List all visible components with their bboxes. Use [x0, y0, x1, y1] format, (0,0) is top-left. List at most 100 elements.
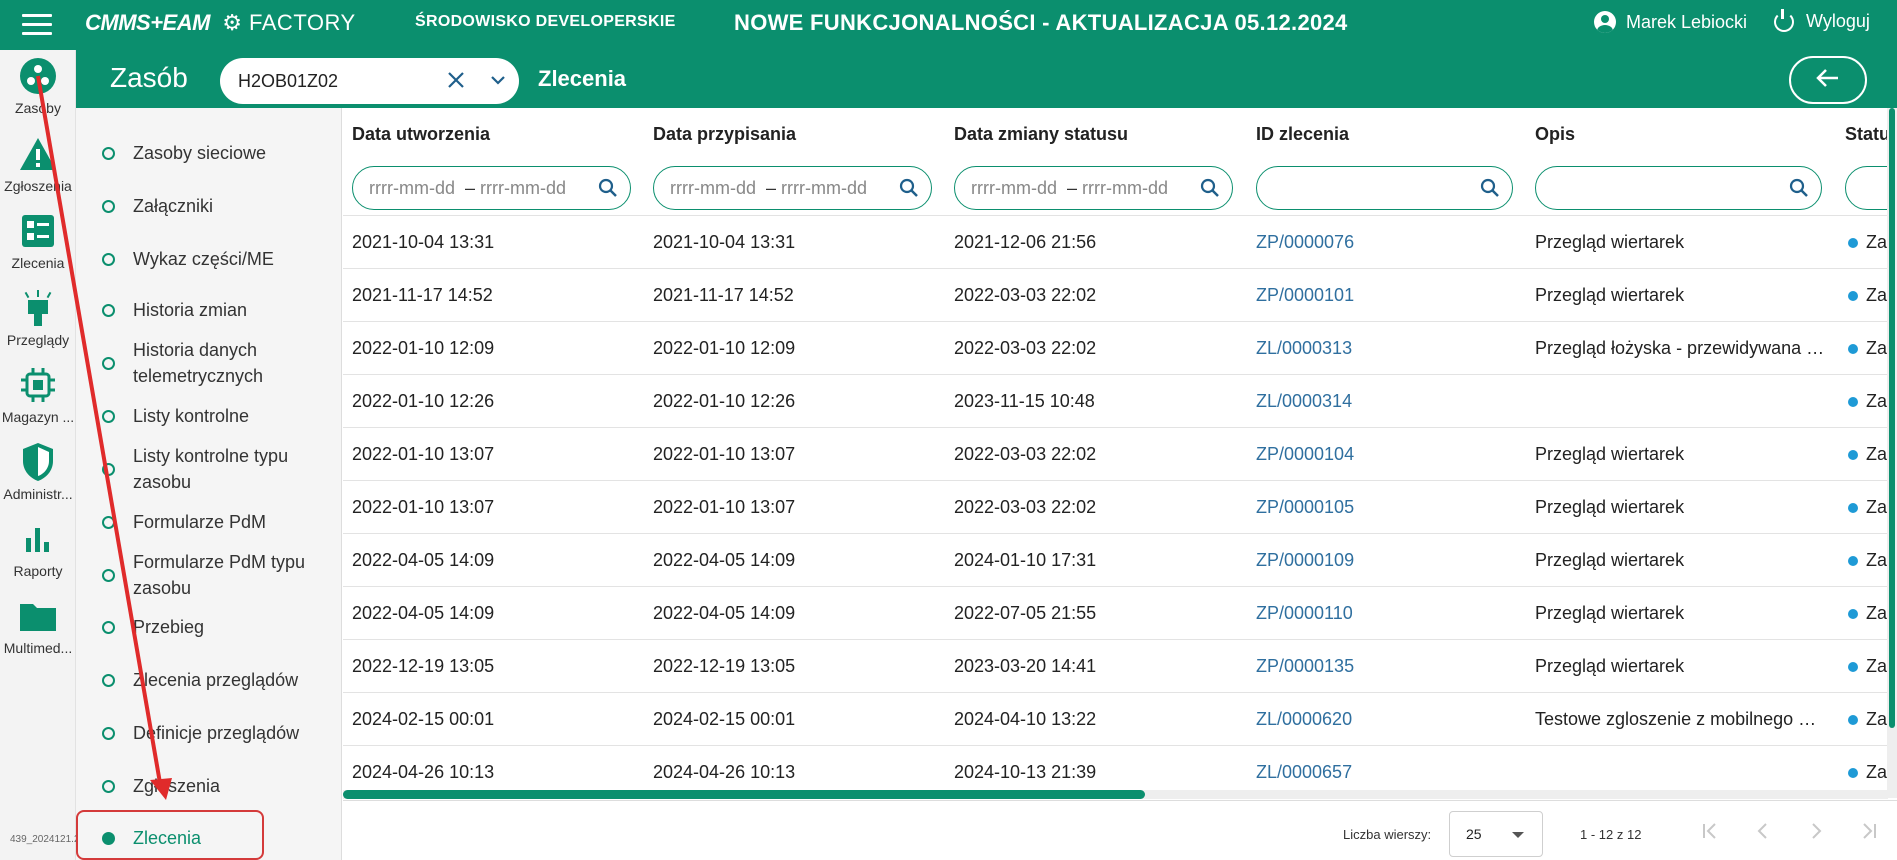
- dropdown-arrow-icon: [1512, 832, 1524, 838]
- horizontal-scrollbar[interactable]: [343, 790, 1888, 799]
- rows-per-page-select[interactable]: 25: [1449, 811, 1543, 857]
- order-id-filter[interactable]: [1256, 166, 1513, 210]
- rail-item-administracja[interactable]: Administr...: [0, 442, 76, 502]
- asset-select-value: H2OB01Z02: [238, 70, 339, 91]
- headline-banner[interactable]: NOWE FUNKCJONALNOŚCI - AKTUALIZACJA 05.1…: [734, 10, 1348, 36]
- chevron-down-icon[interactable]: [490, 72, 506, 88]
- table-row[interactable]: 2022-04-05 14:09 2022-04-05 14:09 2024-01-…: [343, 533, 1897, 586]
- column-header-created[interactable]: Data utworzenia: [352, 124, 490, 145]
- cell-order-id[interactable]: ZL/0000314: [1256, 391, 1352, 412]
- cell-description: Przegląd wiertarek: [1535, 656, 1685, 676]
- asset-select[interactable]: H2OB01Z02: [220, 58, 519, 104]
- cell-order-id[interactable]: ZP/0000076: [1256, 232, 1354, 253]
- table-row[interactable]: 2022-04-05 14:09 2022-04-05 14:09 2022-07-…: [343, 586, 1897, 639]
- warning-icon: [18, 134, 58, 174]
- previous-page-icon[interactable]: [1751, 819, 1775, 843]
- back-button[interactable]: [1789, 56, 1867, 104]
- main-nav-rail: Zasoby Zgłoszenia Zlecenia Przeglądy Mag…: [0, 50, 76, 860]
- bullet-icon: [102, 304, 115, 317]
- cell-order-id[interactable]: ZP/0000101: [1256, 285, 1354, 306]
- clear-icon[interactable]: [446, 70, 466, 90]
- first-page-icon[interactable]: [1698, 819, 1722, 843]
- cell-created: 2022-01-10 13:07: [352, 444, 495, 464]
- column-header-order-id[interactable]: ID zlecenia: [1256, 124, 1349, 145]
- status-dot-icon: [1848, 291, 1858, 301]
- table-row[interactable]: 2022-01-10 12:09 2022-01-10 12:09 2022-03-…: [343, 321, 1897, 374]
- cell-created: 2024-02-15 00:01: [352, 709, 495, 729]
- cell-status-changed: 2024-01-10 17:31: [954, 550, 1097, 570]
- search-icon[interactable]: [598, 178, 618, 198]
- cell-description: Testowe zgloszenie z mobilnego aplikacji: [1535, 709, 1825, 729]
- vertical-scrollbar[interactable]: [1887, 108, 1897, 798]
- column-header-status-changed[interactable]: Data zmiany statusu: [954, 124, 1128, 145]
- cell-status-changed: 2024-10-13 21:39: [954, 762, 1097, 782]
- created-date-filter[interactable]: rrrr-mm-dd – rrrr-mm-dd: [352, 166, 631, 210]
- rail-label: Przeglądy: [6, 332, 70, 348]
- cell-created: 2024-04-26 10:13: [352, 762, 495, 782]
- status-dot-icon: [1848, 715, 1858, 725]
- cell-order-id[interactable]: ZL/0000620: [1256, 709, 1352, 730]
- cell-order-id[interactable]: ZP/0000104: [1256, 444, 1354, 465]
- user-menu[interactable]: Marek Lebiocki: [1594, 11, 1747, 33]
- section-title: Zasób: [110, 62, 188, 93]
- search-icon[interactable]: [1480, 178, 1500, 198]
- cell-order-id[interactable]: ZP/0000135: [1256, 656, 1354, 677]
- cell-order-id[interactable]: ZP/0000110: [1256, 603, 1353, 624]
- table-row[interactable]: 2022-01-10 12:26 2022-01-10 12:26 2023-11-…: [343, 374, 1897, 427]
- cell-assigned: 2022-01-10 13:07: [653, 497, 796, 517]
- description-filter[interactable]: [1535, 166, 1822, 210]
- cell-created: 2022-01-10 12:09: [352, 338, 495, 358]
- cell-order-id[interactable]: ZL/0000313: [1256, 338, 1352, 359]
- rail-item-zasoby[interactable]: Zasoby: [0, 56, 76, 116]
- rail-label: Multimed...: [3, 640, 73, 656]
- page-title: Zlecenia: [538, 66, 627, 91]
- rail-item-zlecenia[interactable]: Zlecenia: [0, 211, 76, 271]
- logout-button[interactable]: Wyloguj: [1774, 8, 1870, 32]
- search-icon[interactable]: [1789, 178, 1809, 198]
- assigned-date-filter[interactable]: rrrr-mm-dd – rrrr-mm-dd: [653, 166, 932, 210]
- page-range: 1 - 12 z 12: [1580, 827, 1642, 842]
- status-dot-icon: [1848, 397, 1858, 407]
- table-row[interactable]: 2022-12-19 13:05 2022-12-19 13:05 2023-03-…: [343, 639, 1897, 692]
- search-icon[interactable]: [1200, 178, 1220, 198]
- logo-sub: ⚙ FACTORY: [215, 10, 356, 35]
- cell-order-id[interactable]: ZP/0000105: [1256, 497, 1354, 518]
- rail-label: Raporty: [13, 563, 63, 579]
- column-header-description[interactable]: Opis: [1535, 124, 1575, 145]
- status-date-filter[interactable]: rrrr-mm-dd – rrrr-mm-dd: [954, 166, 1233, 210]
- cell-description: Przegląd wiertarek: [1535, 550, 1685, 570]
- rail-item-magazyn[interactable]: Magazyn ...: [0, 365, 76, 425]
- cell-order-id[interactable]: ZP/0000109: [1256, 550, 1354, 571]
- bullet-icon: [102, 253, 115, 266]
- cell-status-changed: 2023-03-20 14:41: [954, 656, 1097, 676]
- folder-icon: [18, 596, 58, 636]
- cell-assigned: 2022-01-10 13:07: [653, 444, 796, 464]
- table-row[interactable]: 2022-01-10 13:07 2022-01-10 13:07 2022-03-…: [343, 427, 1897, 480]
- rail-item-przeglady[interactable]: Przeglądy: [0, 288, 76, 348]
- cell-description: Przegląd wiertarek: [1535, 497, 1685, 517]
- search-icon[interactable]: [899, 178, 919, 198]
- cell-description: Przegląd wiertarek: [1535, 444, 1685, 464]
- hamburger-menu-icon[interactable]: [22, 14, 52, 36]
- scrollbar-thumb[interactable]: [1889, 108, 1895, 728]
- inspection-icon: [18, 288, 58, 328]
- table-row[interactable]: 2021-10-04 13:31 2021-10-04 13:31 2021-12-…: [343, 215, 1897, 268]
- table-row[interactable]: 2021-11-17 14:52 2021-11-17 14:52 2022-03-…: [343, 268, 1897, 321]
- rail-item-multimedia[interactable]: Multimed...: [0, 596, 76, 656]
- rail-item-zgloszenia[interactable]: Zgłoszenia: [0, 134, 76, 194]
- cell-assigned: 2024-02-15 00:01: [653, 709, 796, 729]
- cell-created: 2022-01-10 12:26: [352, 391, 495, 411]
- scrollbar-thumb[interactable]: [343, 790, 1145, 799]
- last-page-icon[interactable]: [1857, 819, 1881, 843]
- cell-description: Przegląd wiertarek: [1535, 603, 1685, 623]
- table-row[interactable]: 2022-01-10 13:07 2022-01-10 13:07 2022-03-…: [343, 480, 1897, 533]
- rail-item-raporty[interactable]: Raporty: [0, 519, 76, 579]
- bullet-icon: [102, 569, 115, 582]
- cell-status-changed: 2023-11-15 10:48: [954, 391, 1095, 411]
- column-header-assigned[interactable]: Data przypisania: [653, 124, 796, 145]
- cell-order-id[interactable]: ZL/0000657: [1256, 762, 1352, 783]
- bullet-icon: [102, 147, 115, 160]
- next-page-icon[interactable]: [1804, 819, 1828, 843]
- table-row[interactable]: 2024-02-15 00:01 2024-02-15 00:01 2024-04-…: [343, 692, 1897, 745]
- cell-status-changed: 2024-04-10 13:22: [954, 709, 1097, 729]
